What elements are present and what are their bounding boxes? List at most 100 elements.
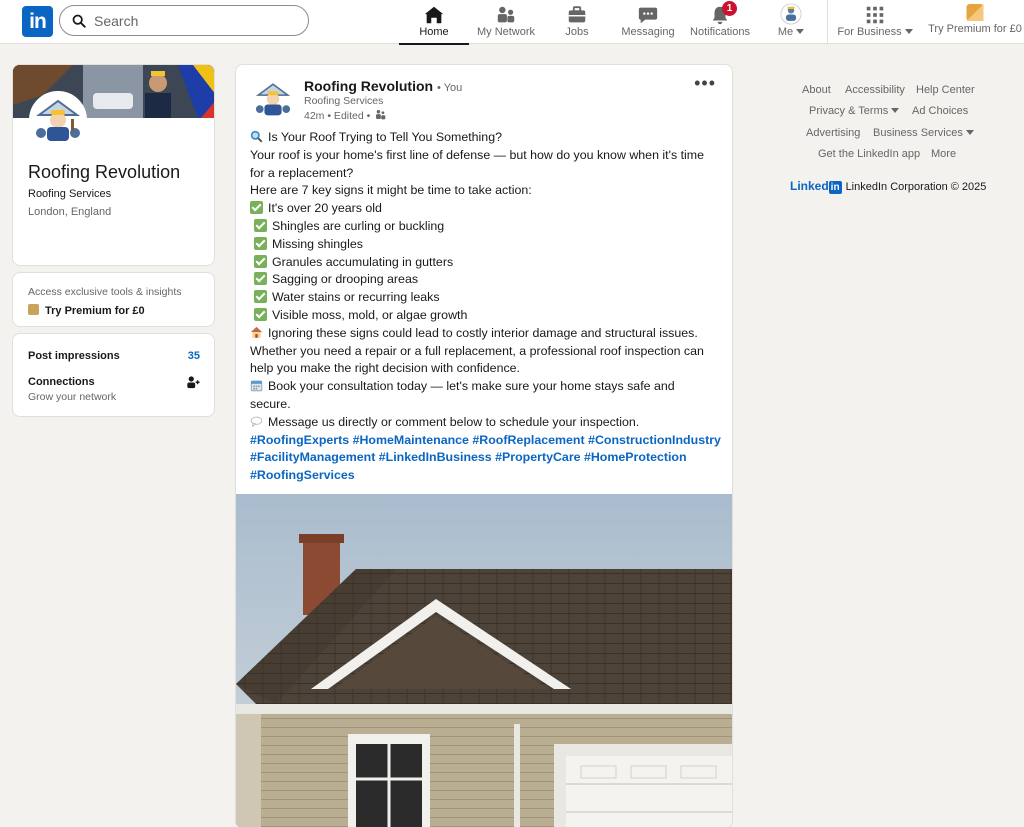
post-line: secure. [250, 396, 291, 411]
sign-text: Missing shingles [272, 236, 363, 251]
post-line: Your roof is your home's first line of d… [250, 147, 705, 162]
post-you-label: • You [436, 82, 463, 94]
checkmark-icon [254, 218, 267, 232]
search-input[interactable] [94, 11, 294, 31]
connections-subtext[interactable]: Grow your network [28, 391, 116, 403]
linkedin-wordmark: Linked [790, 179, 829, 193]
nav-for-business-text: For Business [837, 26, 902, 38]
nav-jobs[interactable]: Jobs [553, 0, 601, 44]
footer-link-more[interactable]: More [931, 148, 956, 160]
footer-link-get-app[interactable]: Get the LinkedIn app [818, 148, 920, 160]
nav-messaging[interactable]: Messaging [618, 0, 678, 44]
footer-link-privacy-terms[interactable]: Privacy & Terms [809, 105, 900, 117]
nav-me[interactable]: Me [770, 0, 812, 44]
hashtag-line[interactable]: #RoofingExperts #HomeMaintenance #RoofRe… [250, 432, 722, 450]
sign-text: Sagging or drooping areas [272, 272, 419, 287]
sign-text: It's over 20 years old [268, 201, 382, 216]
checkmark-icon [254, 290, 267, 304]
grid-icon [866, 6, 884, 24]
post-image-house-roof[interactable] [236, 494, 733, 827]
post-author-avatar[interactable] [252, 78, 294, 120]
nav-notifications[interactable]: Notifications [686, 0, 754, 44]
post-meta-text: 42m • Edited • [304, 110, 371, 122]
sign-text: Water stains or recurring leaks [272, 290, 440, 305]
nav-messaging-label: Messaging [621, 26, 675, 38]
sign-item: Shingles are curling or buckling [250, 218, 722, 236]
sign-item: Granules accumulating in gutters [250, 254, 722, 272]
nav-me-text: Me [777, 26, 794, 38]
nav-for-business-label: For Business [835, 26, 915, 38]
footer-link-accessibility[interactable]: Accessibility [845, 84, 905, 96]
calendar-emoji-icon [250, 380, 263, 392]
premium-card-text: Access exclusive tools & insights [28, 286, 182, 298]
footer-link-about[interactable]: About [802, 84, 831, 96]
sign-item: It's over 20 years old [250, 200, 722, 218]
post-line: help you make the right decision with co… [250, 361, 520, 376]
nav-my-network[interactable]: My Network [473, 0, 539, 44]
premium-card-cta[interactable]: Try Premium for £0 [28, 304, 145, 317]
nav-divider [827, 0, 828, 44]
nav-jobs-label: Jobs [565, 26, 589, 38]
sign-text: Visible moss, mold, or algae growth [272, 307, 468, 322]
footer-link-ad-choices[interactable]: Ad Choices [912, 105, 968, 117]
footer-link-business-services-text: Business Services [873, 127, 963, 139]
profile-location: London, England [28, 206, 112, 218]
closing-text: Message us directly or comment below to … [268, 414, 640, 429]
checkmark-icon [254, 272, 267, 286]
nav-home-label: Home [419, 26, 449, 38]
search-box[interactable] [59, 5, 309, 36]
sign-item: Missing shingles [250, 236, 722, 254]
nav-try-premium[interactable]: Try Premium for £0 [928, 0, 1022, 44]
hashtag-line[interactable]: #RoofingServices [250, 467, 722, 485]
nav-try-premium-label: Try Premium for £0 [928, 23, 1022, 35]
chevron-down-icon [796, 29, 805, 34]
nav-notifications-label: Notifications [690, 26, 750, 38]
connections-label[interactable]: Connections [28, 376, 95, 388]
hashtag-line[interactable]: #FacilityManagement #LinkedInBusiness #P… [250, 449, 722, 467]
post-line: Book your consultation today — let's mak… [250, 378, 722, 396]
footer-link-help-center[interactable]: Help Center [916, 84, 975, 96]
chevron-down-icon [965, 130, 974, 135]
sign-item: Visible moss, mold, or algae growth [250, 307, 722, 325]
jobs-icon [568, 6, 586, 23]
footer-link-advertising[interactable]: Advertising [806, 127, 860, 139]
post-line: for a replacement? [250, 165, 354, 180]
linkedin-logo[interactable]: in [22, 6, 53, 37]
post-line: Ignoring these signs could lead to costl… [250, 325, 722, 343]
avatar [780, 3, 802, 25]
post-impressions-value[interactable]: 35 [188, 350, 200, 362]
nav-home[interactable]: Home [399, 0, 469, 45]
post-line: Here are 7 key signs it might be time to… [250, 183, 532, 198]
sign-item: Sagging or drooping areas [250, 271, 722, 289]
nav-for-business[interactable]: For Business [835, 0, 915, 44]
profile-card[interactable]: Roofing Revolution Roofing Services Lond… [12, 64, 215, 266]
chevron-down-icon [891, 108, 900, 113]
closing-text: Ignoring these signs could lead to costl… [268, 325, 698, 340]
post-more-options-icon[interactable]: ••• [694, 73, 716, 94]
closing-text: Book your consultation today — let's mak… [268, 379, 675, 394]
post-line: Message us directly or comment below to … [250, 414, 722, 432]
post-author-name[interactable]: Roofing Revolution • You [304, 78, 462, 94]
stats-card: Post impressions 35 Connections Grow you… [12, 333, 215, 417]
add-connection-icon[interactable] [186, 375, 200, 389]
post-text: Is Your Roof Trying to Tell You Somethin… [250, 129, 722, 485]
premium-icon [966, 4, 984, 21]
post-impressions-label[interactable]: Post impressions [28, 350, 120, 362]
linkedin-wordmark-box: in [828, 181, 842, 194]
nav-my-network-label: My Network [476, 26, 536, 38]
checkmark-icon [250, 201, 263, 215]
speech-bubble-emoji-icon [250, 416, 263, 428]
premium-card[interactable]: Access exclusive tools & insights Try Pr… [12, 272, 215, 327]
post-author-text: Roofing Revolution [304, 78, 434, 94]
footer-copyright: LinkedIn Corporation © 2025 [845, 181, 987, 193]
sign-text: Shingles are curling or buckling [272, 218, 445, 233]
magnifier-emoji-icon [250, 130, 263, 143]
profile-avatar[interactable] [29, 91, 87, 149]
network-icon [497, 6, 515, 23]
footer-brand: Linked in LinkedIn Corporation © 2025 [790, 179, 986, 194]
footer-link-business-services[interactable]: Business Services [873, 127, 974, 139]
footer-link-privacy-terms-text: Privacy & Terms [809, 105, 889, 117]
profile-name[interactable]: Roofing Revolution [28, 162, 180, 183]
roofer-mascot-image [252, 78, 294, 120]
post-meta: 42m • Edited • [304, 109, 386, 122]
